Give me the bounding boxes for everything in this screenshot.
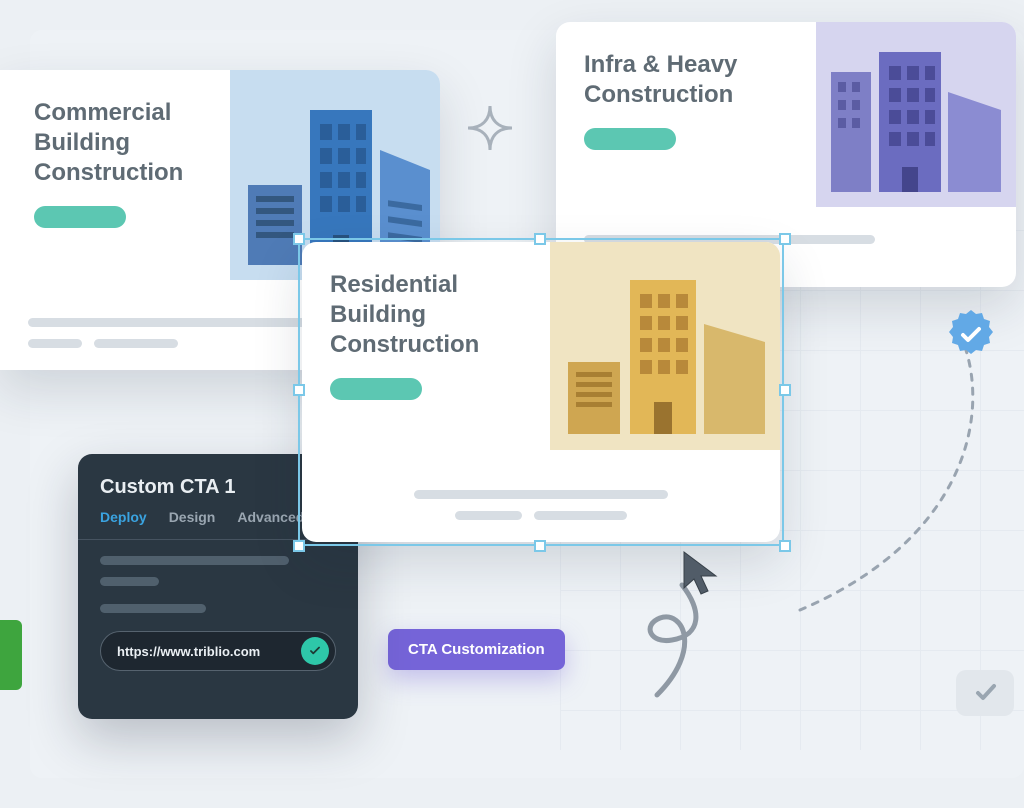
selection-handle[interactable] xyxy=(779,540,791,552)
placeholder-line xyxy=(100,577,159,586)
selection-handle[interactable] xyxy=(293,540,305,552)
selection-handle[interactable] xyxy=(534,540,546,552)
green-sliver xyxy=(0,620,22,690)
dashed-path xyxy=(760,342,990,627)
card-pill[interactable] xyxy=(330,378,422,400)
cursor-icon xyxy=(680,550,720,603)
buildings-icon xyxy=(550,242,780,450)
cta-panel-title: Custom CTA 1 xyxy=(100,476,336,499)
url-input[interactable]: https://www.triblio.com xyxy=(100,631,336,671)
tab-design[interactable]: Design xyxy=(169,509,216,525)
chat-icon[interactable] xyxy=(956,670,1014,716)
selection-handle[interactable] xyxy=(534,233,546,245)
selection-handle[interactable] xyxy=(779,384,791,396)
verified-badge-icon xyxy=(944,308,998,367)
placeholder-line xyxy=(100,604,206,613)
selection-handle[interactable] xyxy=(293,384,305,396)
placeholder-line xyxy=(100,556,289,565)
cta-tabs: Deploy Design Advanced xyxy=(100,509,336,525)
sparkle-icon xyxy=(464,102,516,159)
url-text: https://www.triblio.com xyxy=(117,644,291,659)
card-residential[interactable]: Residential Building Construction xyxy=(302,242,780,542)
selection-handle[interactable] xyxy=(779,233,791,245)
cta-customization-chip[interactable]: CTA Customization xyxy=(388,629,565,670)
check-icon[interactable] xyxy=(301,637,329,665)
selection-handle[interactable] xyxy=(293,233,305,245)
placeholder-lines xyxy=(330,490,752,520)
tab-deploy[interactable]: Deploy xyxy=(100,509,147,525)
tab-advanced[interactable]: Advanced xyxy=(237,509,304,525)
buildings-icon xyxy=(816,22,1016,207)
card-pill[interactable] xyxy=(584,128,676,150)
card-pill[interactable] xyxy=(34,206,126,228)
